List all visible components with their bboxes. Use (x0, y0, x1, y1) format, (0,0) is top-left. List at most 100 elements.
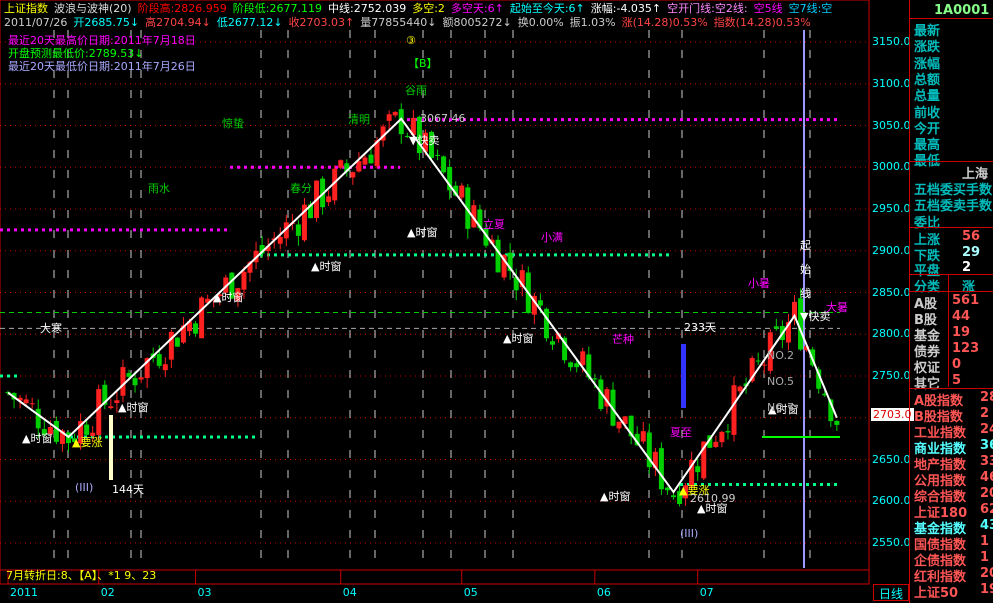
panel-value: 29 (962, 244, 981, 260)
divider (910, 227, 993, 228)
info-line: 最近20天最低价日期:2011年7月26日 (8, 60, 196, 73)
price-label: 3100.0 (872, 76, 911, 90)
candle-body (592, 378, 598, 380)
solar-term-label: 谷雨 (405, 84, 427, 97)
candle-body (731, 385, 737, 435)
candle-body (295, 224, 301, 236)
time-window-marker: ▲时窗 (600, 490, 631, 503)
price-label: 2800.0 (872, 327, 911, 341)
month-label: 05 (463, 586, 478, 599)
month-label: 03 (197, 586, 212, 599)
candle-body (719, 431, 725, 443)
panel-value: 5 (952, 373, 962, 388)
price-label: 3050.0 (872, 118, 911, 132)
price-label: 2650.0 (872, 452, 911, 466)
panel-value: 20 (980, 566, 993, 581)
divider (910, 291, 993, 292)
candle-body (241, 271, 247, 290)
header-field: 阶段高:2826.959 (137, 2, 227, 15)
quote-label: 最低 (914, 150, 940, 169)
candle-body (761, 364, 767, 366)
price-label: 2750.0 (872, 369, 911, 382)
month-label: 06 (596, 586, 611, 599)
candle-body (199, 297, 205, 339)
panel-value: 62 (980, 502, 993, 517)
candle-body (773, 326, 779, 329)
month-label: 02 (100, 586, 115, 599)
turning-days: 7月转折日:8、【A】、*1 9、23 (6, 569, 157, 582)
indicator-header: 上证指数 波浪与波神(20) 阶段高:2826.959 阶段低:2677.119 中线:… (4, 1, 832, 16)
low-value-label: 2610.99 (690, 492, 736, 505)
candle-body (386, 114, 392, 121)
panel-value: 19 (980, 582, 993, 597)
panel-value: 56 (962, 229, 981, 244)
panel-value: 123 (952, 341, 980, 356)
header-field: 中线:2752.039 (328, 2, 407, 15)
candle-body (664, 487, 670, 491)
candle-body (156, 354, 162, 366)
wave-zigzag-line (7, 117, 838, 494)
level-label: NO.5 (767, 375, 794, 388)
solar-term-label: 惊蛰 (222, 117, 244, 130)
candle-body (108, 406, 114, 409)
panel-value: 43 (980, 518, 993, 533)
candle-body (326, 196, 332, 203)
header-field: 高2704.94↓ (145, 16, 211, 29)
header-field: 多空天:6↑ (450, 2, 504, 15)
candle-body (35, 408, 41, 429)
price-label: 3000.0 (872, 160, 911, 174)
solar-term-label: 夏至 (670, 426, 692, 439)
time-window-marker: ▲时窗 (311, 260, 342, 273)
panel-value: 46 (980, 470, 993, 485)
time-window-marker: ▲时窗 (407, 226, 438, 239)
quick-sell-marker: ▼快卖 (409, 134, 440, 147)
panel-value: 24 (980, 422, 993, 437)
candle-body (132, 378, 138, 386)
144-day-bar (109, 415, 113, 480)
panel-value: 1 (980, 534, 990, 549)
kline-chart[interactable] (0, 0, 870, 585)
panel-value: 1 (980, 550, 990, 565)
solar-term-label: 雨水 (148, 182, 170, 195)
candle-body (23, 399, 29, 404)
candle-body (737, 386, 743, 392)
month-label: 04 (342, 586, 357, 599)
candle-body (495, 239, 501, 273)
candle-body (725, 431, 731, 433)
candle-body (350, 172, 356, 178)
solar-term-label: 立夏 (483, 218, 505, 231)
period-button[interactable]: 日线 (873, 584, 909, 601)
header-field: 涨幅:-4.035↑ (590, 2, 662, 15)
month-label: 07 (699, 586, 714, 599)
header-field: 收2703.03↑ (288, 16, 355, 29)
header-field: 起始至今天:6↑ (509, 2, 585, 15)
candle-body (174, 337, 180, 347)
header-field: 量77855440↓ (360, 16, 437, 29)
header-field: 波浪与波神(20) (54, 2, 132, 15)
circle-3-mark: ③ (406, 34, 416, 47)
panel-value: 19 (952, 325, 971, 340)
panel-value: 28 (980, 390, 993, 405)
stock-code: 1A0001 (934, 3, 990, 18)
quick-sell-marker: ▼快卖 (800, 310, 831, 323)
price-label: 2550.0 (872, 536, 911, 549)
quote-panel: 1A0001 最新涨跌涨幅总额总量前收今开最高最低上海五档委买手数五档委卖手数委… (909, 0, 993, 603)
header-field: 低2677.12↓ (216, 16, 283, 29)
price-label: 2950.0 (872, 202, 911, 215)
time-window-marker: ▲时窗 (118, 401, 149, 414)
solar-term-label: 小暑 (748, 277, 770, 290)
panel-value: 44 (952, 309, 971, 324)
panel-value: 36 (980, 438, 993, 453)
candle-body (435, 154, 441, 156)
start-line-label: 始 (800, 263, 811, 276)
b-mark: 【B】 (408, 57, 438, 70)
level-label: NO.2 (767, 349, 794, 362)
candle-body (120, 367, 126, 396)
wave-count-label: (III) (75, 481, 94, 494)
header-field: 开2685.75↓ (73, 16, 140, 29)
days-144-label: 144天 (112, 483, 144, 496)
start-line-label: 线 (800, 287, 811, 300)
header-field: 振1.03% (569, 16, 616, 29)
panel-value: 0 (952, 357, 962, 372)
candle-body (362, 157, 368, 165)
